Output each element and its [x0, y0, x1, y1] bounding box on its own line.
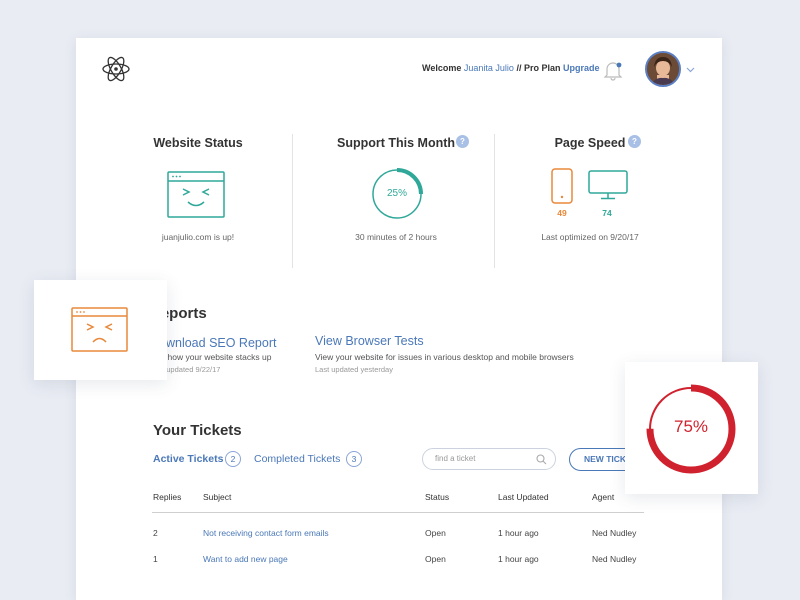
seo-report-desc: See how your website stacks up — [150, 352, 272, 362]
search-icon — [536, 454, 547, 465]
col-subject: Subject — [203, 492, 232, 502]
cell-updated: 1 hour ago — [498, 528, 539, 538]
seo-report-link[interactable]: Download SEO Report — [150, 336, 276, 350]
atom-logo-icon[interactable] — [102, 54, 130, 84]
page-speed-subtitle: Last optimized on 9/20/17 — [541, 232, 639, 242]
cell-status: Open — [425, 528, 446, 538]
dashboard-card: Welcome Juanita Julio // Pro Plan Upgrad… — [76, 38, 722, 600]
cell-updated: 1 hour ago — [498, 554, 539, 564]
sad-browser-card — [34, 280, 167, 380]
website-status-panel: Website Status — [138, 136, 258, 150]
support-help-icon[interactable]: ? — [456, 135, 469, 148]
search-placeholder: find a ticket — [435, 454, 476, 463]
col-status: Status — [425, 492, 450, 502]
support-subtitle: 30 minutes of 2 hours — [355, 232, 437, 242]
table-header-divider — [152, 512, 644, 513]
website-status-title: Website Status — [153, 136, 243, 150]
cell-status: Open — [425, 554, 446, 564]
bell-icon[interactable] — [602, 58, 624, 82]
user-name: Juanita Julio — [463, 63, 514, 73]
ticket-search-input[interactable]: find a ticket — [422, 448, 556, 470]
desktop-icon — [588, 170, 628, 200]
divider — [292, 134, 293, 268]
plan-label: Pro Plan — [523, 63, 561, 73]
support-percent-label: 25% — [386, 188, 407, 199]
cell-agent: Ned Nudley — [592, 528, 637, 538]
sad-browser-icon — [71, 307, 128, 352]
avatar-photo-icon — [647, 53, 679, 85]
separator: // — [516, 63, 522, 73]
progress-label: 75% — [673, 417, 709, 436]
support-panel: Support This Month — [326, 136, 466, 150]
mobile-icon — [551, 168, 573, 204]
happy-browser-icon — [167, 171, 225, 218]
cell-agent: Ned Nudley — [592, 554, 637, 564]
tab-completed-tickets[interactable]: Completed Tickets — [254, 453, 340, 465]
col-replies: Replies — [153, 492, 182, 502]
cell-replies: 2 — [153, 528, 158, 538]
mobile-score: 49 — [557, 208, 567, 218]
browser-tests-desc: View your website for issues in various … — [315, 352, 574, 362]
tab-active-tickets[interactable]: Active Tickets — [153, 453, 223, 465]
website-status-subtitle: juanjulio.com is up! — [161, 232, 235, 242]
avatar[interactable] — [645, 51, 681, 87]
support-title: Support This Month — [336, 136, 456, 150]
page-speed-help-icon[interactable]: ? — [628, 135, 641, 148]
cell-replies: 1 — [153, 554, 158, 564]
cell-subject[interactable]: Want to add new page — [203, 554, 288, 564]
upgrade-link[interactable]: Upgrade — [563, 63, 600, 73]
col-last-updated: Last Updated — [498, 492, 549, 502]
chevron-down-icon[interactable] — [686, 67, 695, 73]
tickets-title: Your Tickets — [153, 422, 242, 439]
welcome-text: Welcome Juanita Julio // Pro Plan Upgrad… — [422, 63, 600, 73]
active-tickets-count: 2 — [225, 451, 241, 467]
divider — [494, 134, 495, 268]
col-agent: Agent — [592, 492, 615, 502]
completed-tickets-count: 3 — [346, 451, 362, 467]
cell-subject[interactable]: Not receiving contact form emails — [203, 528, 329, 538]
desktop-score: 74 — [602, 208, 612, 218]
welcome-prefix: Welcome — [422, 63, 462, 73]
browser-tests-link[interactable]: View Browser Tests — [315, 334, 424, 348]
browser-tests-updated: Last updated yesterday — [315, 365, 393, 374]
progress-card: 75% — [625, 362, 758, 494]
